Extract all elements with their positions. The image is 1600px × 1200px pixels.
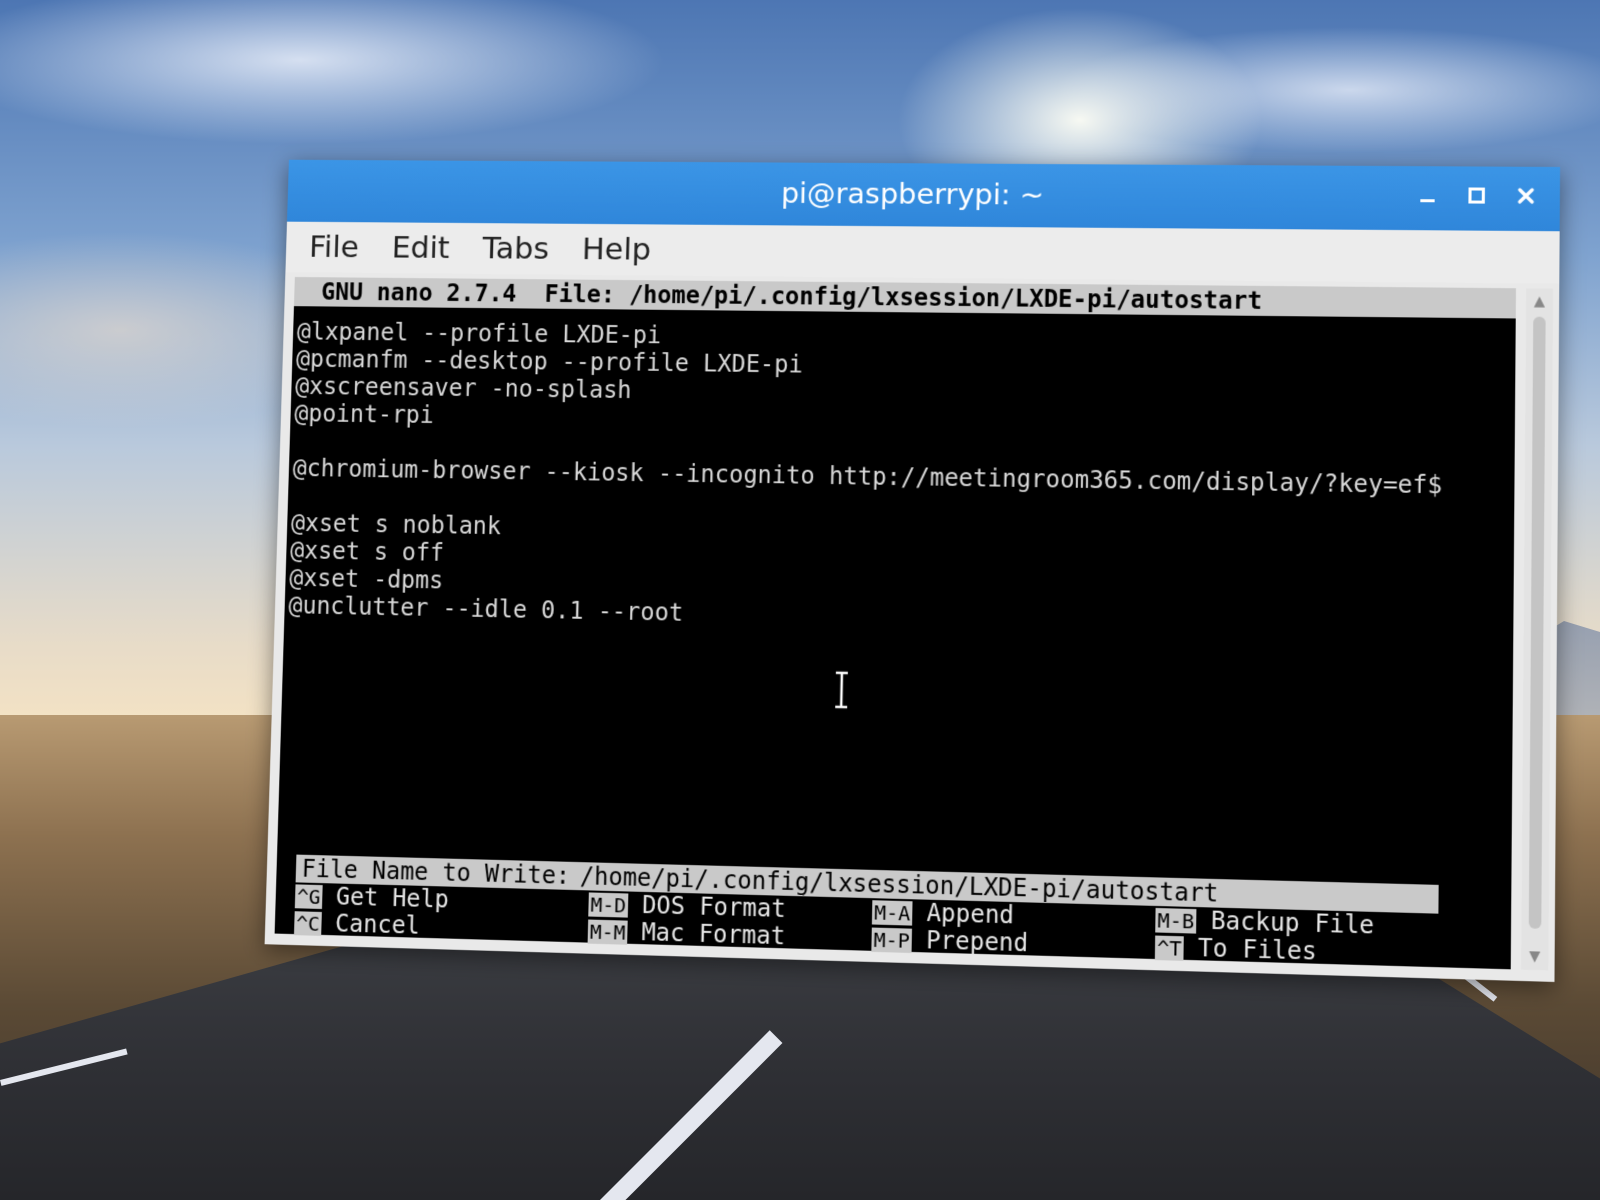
shortcut-key: ^T xyxy=(1154,935,1184,961)
minimize-icon[interactable] xyxy=(1414,182,1441,208)
menu-help[interactable]: Help xyxy=(576,232,658,276)
ibeam-cursor-icon xyxy=(831,670,852,711)
shortcut-key: M-M xyxy=(587,919,628,945)
shortcut-label: Cancel xyxy=(334,909,421,940)
window-titlebar[interactable]: pi@raspberrypi: ~ xyxy=(287,159,1561,232)
window-title: pi@raspberrypi: ~ xyxy=(780,176,1045,212)
maximize-icon[interactable] xyxy=(1463,182,1490,208)
vertical-scrollbar[interactable]: ▲ ▼ xyxy=(1521,288,1554,971)
shortcut-key: M-A xyxy=(871,899,913,926)
shortcut-label: To Files xyxy=(1197,933,1317,966)
close-icon[interactable] xyxy=(1512,183,1539,209)
shortcut-key: M-P xyxy=(871,927,913,953)
shortcut-key: ^G xyxy=(294,883,323,909)
shortcut-key: M-B xyxy=(1155,907,1197,934)
terminal-window[interactable]: pi@raspberrypi: ~ File Edit Tabs Help GN… xyxy=(264,159,1561,982)
scrollbar-thumb[interactable] xyxy=(1528,316,1546,929)
shortcut-label: Append xyxy=(926,898,1015,930)
menu-edit[interactable]: Edit xyxy=(385,230,456,273)
nano-buffer[interactable]: @lxpanel --profile LXDE-pi @pcmanfm --de… xyxy=(284,306,1515,643)
shortcut-label: Mac Format xyxy=(641,918,786,951)
menu-file[interactable]: File xyxy=(303,230,366,273)
menu-tabs[interactable]: Tabs xyxy=(476,231,555,275)
shortcut-key: M-D xyxy=(588,891,629,918)
menu-bar: File Edit Tabs Help xyxy=(285,221,1560,284)
shortcut-label: Prepend xyxy=(925,926,1029,958)
shortcut-key: ^C xyxy=(293,910,322,936)
window-controls xyxy=(1414,182,1539,209)
terminal-area[interactable]: GNU nano 2.7.4 File: /home/pi/.config/lx… xyxy=(274,276,1516,970)
scroll-down-arrow-icon[interactable]: ▼ xyxy=(1525,947,1544,966)
scroll-up-arrow-icon[interactable]: ▲ xyxy=(1530,292,1549,310)
